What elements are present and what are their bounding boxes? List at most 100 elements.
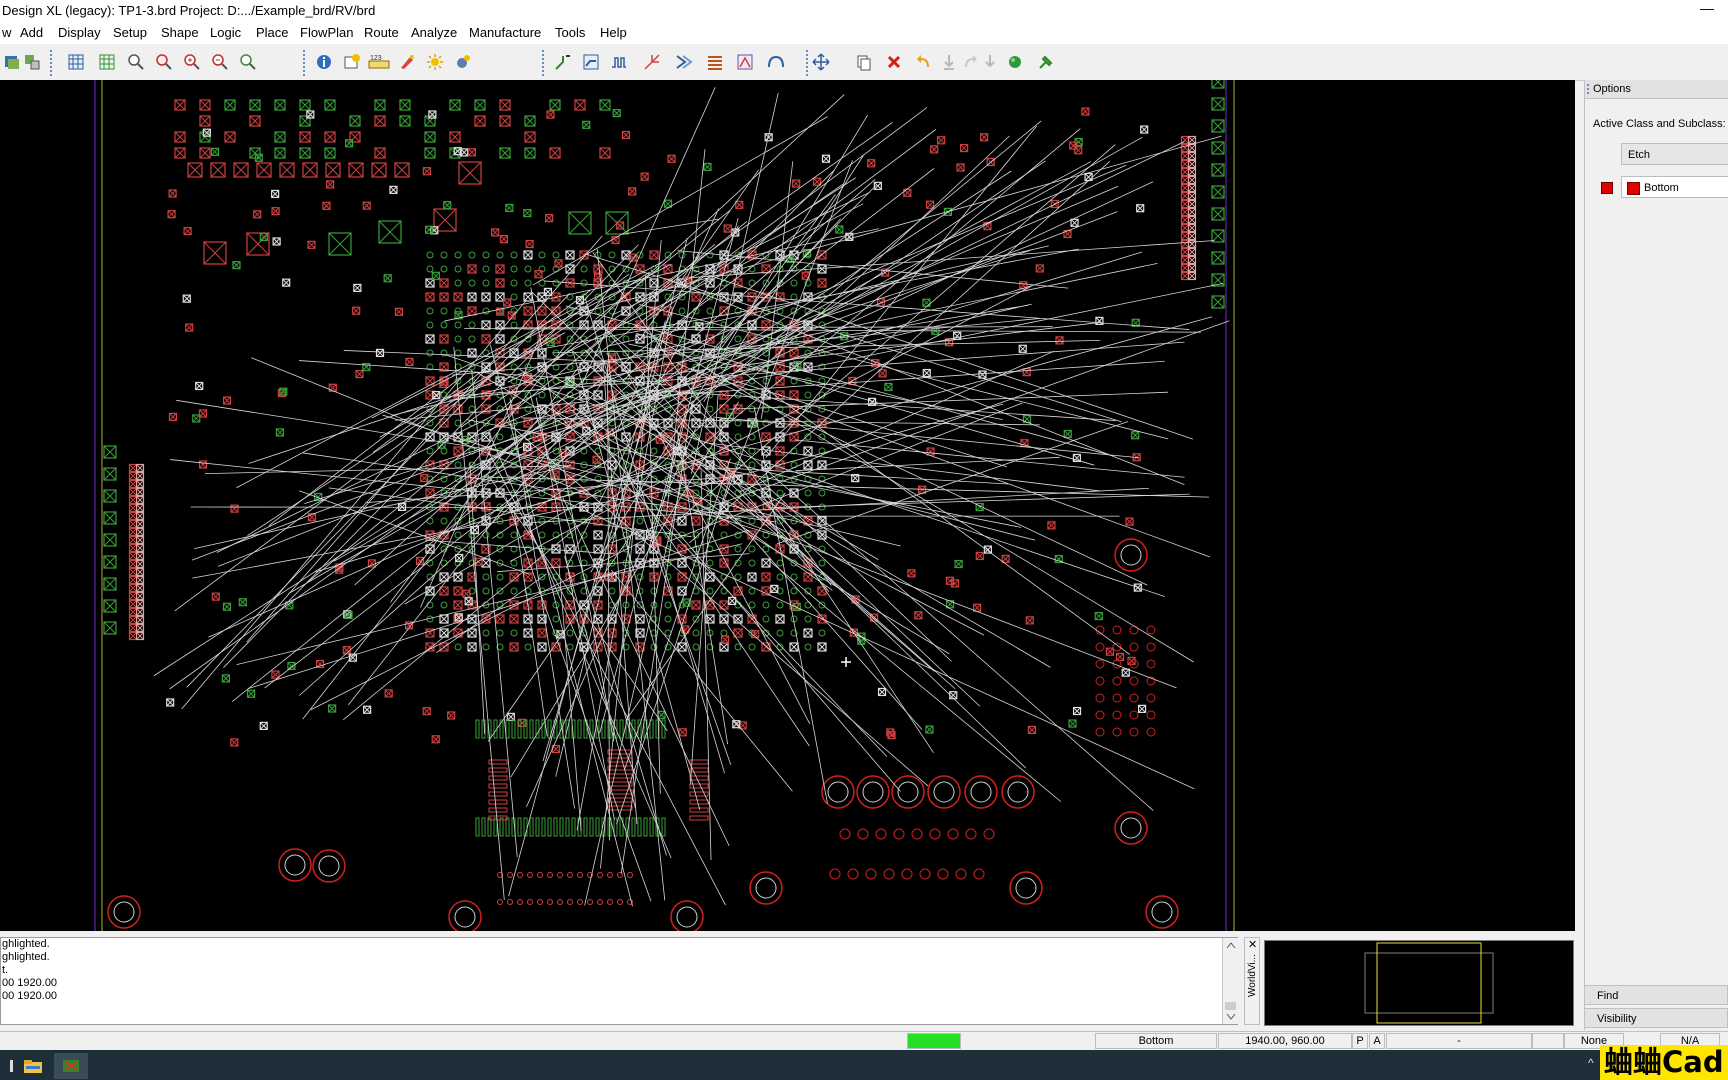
subclass-dropdown[interactable]: Bottom [1621,176,1728,198]
command-console[interactable]: ghlighted. ghlighted. t. 00 1920.00 00 1… [0,937,1238,1025]
clean-icon[interactable] [395,50,419,74]
custom-smooth-icon[interactable] [764,50,788,74]
pad-cross [425,225,433,234]
pad-cross [599,99,611,111]
pad-cross [677,586,687,596]
design-canvas[interactable] [0,80,1575,931]
pad-cross [474,99,486,111]
menu-route[interactable]: Route [364,25,399,40]
dehighlight-icon[interactable] [451,50,475,74]
gloss-icon[interactable] [733,50,757,74]
pad-cross [1188,200,1196,208]
minimize-button[interactable]: — [1700,0,1714,16]
show-element-icon[interactable] [340,50,364,74]
qfp-lead [488,815,508,821]
zoom-fit-icon[interactable] [124,50,148,74]
menu-manufacture[interactable]: Manufacture [469,25,541,40]
console-line: 00 1920.00 [2,977,58,989]
console-line: ghlighted. [2,938,50,950]
grid-icon[interactable] [64,50,88,74]
console-scrollbar[interactable] [1222,938,1239,1024]
move-icon[interactable] [809,50,833,74]
visibility-tab[interactable]: Visibility [1584,1008,1728,1028]
menu-place[interactable]: Place [256,25,289,40]
find-tab[interactable]: Find [1584,985,1728,1005]
taskbar: ^ [0,1050,1728,1080]
pad-cross [956,163,965,172]
route-icon[interactable] [672,50,696,74]
pad-cross [565,544,575,554]
measure-icon[interactable]: 123 [367,50,391,74]
pad-cross [199,115,211,127]
pad-cross [274,131,286,143]
qfp-lead [475,817,480,837]
pad-cross [474,115,486,127]
pad-cross [1063,430,1072,438]
menu-tools[interactable]: Tools [555,25,585,40]
worldview-tab[interactable]: ✕ WorldVi... [1244,937,1260,1025]
via [1129,727,1139,737]
pad-cross [1073,707,1081,715]
pad-cross [537,446,547,456]
delay-tune-icon[interactable] [607,50,631,74]
worldview-window[interactable] [1264,940,1574,1026]
menu-setup[interactable]: Setup [113,25,147,40]
undo-icon[interactable] [912,50,936,74]
pcb-view [94,80,1235,931]
via [804,489,812,497]
info-icon[interactable] [312,50,336,74]
spread-icon[interactable] [703,50,727,74]
menu-display[interactable]: Display [58,25,101,40]
fanout-icon[interactable] [640,50,664,74]
grid-toggle-icon[interactable] [95,50,119,74]
menu-analyze[interactable]: Analyze [411,25,457,40]
close-icon[interactable]: ✕ [1248,938,1257,951]
ratsnest-line [299,490,530,575]
pad-cross [657,711,666,719]
zoom-in-icon[interactable] [180,50,204,74]
menu-flowplan[interactable]: FlowPlan [300,25,353,40]
zoom-points-icon[interactable] [152,50,176,74]
pad-cross [678,728,687,737]
menu-view[interactable]: w [2,25,11,40]
zoom-previous-icon[interactable] [236,50,260,74]
via [482,643,490,651]
file-explorer-icon[interactable] [16,1053,50,1079]
tray-chevron-icon[interactable]: ^ [1588,1056,1594,1070]
menu-add[interactable]: Add [20,25,43,40]
pad-cross [203,241,227,265]
via [790,279,798,287]
pick-toggle[interactable]: P [1352,1033,1368,1049]
slide-icon[interactable] [579,50,603,74]
ratsnest-icon[interactable] [1003,50,1027,74]
allegro-app-icon[interactable] [54,1053,88,1079]
pad-cross [103,577,117,591]
class-dropdown[interactable]: Etch [1621,143,1728,165]
mounting-hole [1001,775,1035,809]
pin-swap-icon[interactable] [978,50,1002,74]
qfp-lead [589,817,594,837]
menu-bar: w Add Display Setup Shape Logic Place Fl… [0,22,1728,45]
options-header[interactable]: Options [1585,80,1728,99]
active-class-label: Active Class and Subclass: [1593,118,1726,130]
absolute-toggle[interactable]: A [1369,1033,1385,1049]
pad-cross [1188,160,1196,168]
via [1095,659,1105,669]
pad-cross [129,568,137,576]
pad-cross [307,240,316,249]
place-icon[interactable] [1034,50,1058,74]
highlight-icon[interactable] [423,50,447,74]
pad-cross [770,585,779,593]
menu-logic[interactable]: Logic [210,25,241,40]
via [496,433,504,441]
menu-help[interactable]: Help [600,25,627,40]
menu-shape[interactable]: Shape [161,25,199,40]
delete-icon[interactable] [882,50,906,74]
add-connect-icon[interactable] [551,50,575,74]
qfp-lead [637,817,642,837]
subclass-color-swatch[interactable] [1601,182,1613,194]
zoom-out-icon[interactable] [208,50,232,74]
layers-edit-icon[interactable] [20,50,44,74]
via [627,872,633,878]
copy-icon[interactable] [852,50,876,74]
